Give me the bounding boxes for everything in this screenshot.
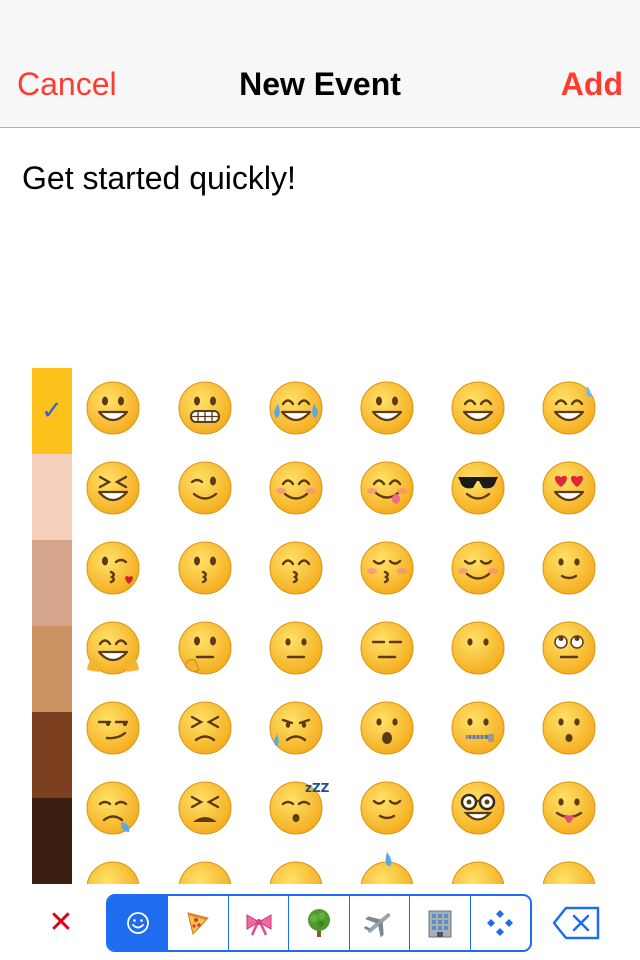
emoji-grimacing[interactable]: [165, 368, 245, 448]
emoji-tongue[interactable]: [529, 768, 609, 848]
emoji-sunglasses[interactable]: [438, 448, 518, 528]
skin-tone-default[interactable]: ✓: [32, 368, 72, 454]
emoji-open-mouth[interactable]: [347, 688, 427, 768]
emoji-yum[interactable]: [347, 448, 427, 528]
checkmark-icon: ✓: [41, 396, 63, 426]
backspace-icon: [552, 906, 600, 940]
emoji-disappointed-relieved[interactable]: [256, 688, 336, 768]
emoji-neutral[interactable]: [256, 608, 336, 688]
emoji-persevere[interactable]: [165, 688, 245, 768]
skin-tone-medium-light[interactable]: [32, 540, 72, 626]
category-travel[interactable]: [348, 896, 409, 950]
emoji-cut-off[interactable]: [438, 848, 518, 884]
emoji-cut-off[interactable]: [165, 848, 245, 884]
category-food[interactable]: [167, 896, 227, 950]
emoji-sleeping[interactable]: zZZ: [256, 768, 336, 848]
emoji-thinking[interactable]: [165, 608, 245, 688]
skin-tone-medium[interactable]: [32, 626, 72, 712]
emoji-expressionless[interactable]: [347, 608, 427, 688]
emoji-relaxed[interactable]: [438, 528, 518, 608]
emoji-joy[interactable]: [256, 368, 336, 448]
smiley-outline-icon: [126, 912, 149, 934]
emoji-hugging[interactable]: [74, 608, 153, 688]
emoji-cut-off[interactable]: [74, 848, 153, 884]
emoji-smirk[interactable]: [74, 688, 153, 768]
category-smileys[interactable]: [108, 896, 168, 950]
category-symbols[interactable]: [469, 896, 530, 950]
skin-tone-dark[interactable]: [32, 798, 72, 884]
emoji-grid: zZZ: [74, 368, 640, 884]
emoji-kissing-smiling-eyes[interactable]: [256, 528, 336, 608]
emoji-kissing[interactable]: [165, 528, 245, 608]
tree-icon: [307, 909, 330, 937]
airplane-icon: [364, 913, 391, 938]
emoji-kissing-heart[interactable]: [74, 528, 153, 608]
emoji-smile[interactable]: [438, 368, 518, 448]
add-button[interactable]: Add: [561, 64, 623, 104]
clear-emoji-button[interactable]: ✕: [40, 902, 82, 944]
emoji-smiley[interactable]: [347, 368, 427, 448]
category-places[interactable]: [409, 896, 469, 950]
emoji-zipper-mouth[interactable]: [438, 688, 518, 768]
category-segmented-control: [106, 894, 532, 952]
emoji-kissing-closed-eyes[interactable]: [347, 528, 427, 608]
emoji-cut-off-drop[interactable]: [347, 848, 427, 884]
emoji-slight-smile[interactable]: [529, 528, 609, 608]
emoji-laughing[interactable]: [74, 448, 153, 528]
emoji-tired[interactable]: [165, 768, 245, 848]
emoji-cut-off[interactable]: [529, 848, 609, 884]
emoji-blush[interactable]: [256, 448, 336, 528]
emoji-heart-eyes[interactable]: [529, 448, 609, 528]
skin-tone-medium-dark[interactable]: [32, 712, 72, 798]
emoji-sweat-smile[interactable]: [529, 368, 609, 448]
diamond-symbols-icon: [487, 910, 514, 936]
svg-text:zZZ: zZZ: [305, 781, 330, 795]
emoji-nerd[interactable]: [438, 768, 518, 848]
event-title-input[interactable]: [22, 156, 618, 200]
emoji-no-mouth[interactable]: [438, 608, 518, 688]
emoji-cut-off[interactable]: [256, 848, 336, 884]
category-objects[interactable]: [227, 896, 288, 950]
ribbon-icon: [246, 914, 272, 936]
emoji-relieved[interactable]: [347, 768, 427, 848]
emoji-rolling-eyes[interactable]: [529, 608, 609, 688]
navigation-bar: Cancel New Event Add: [0, 0, 640, 128]
backspace-button[interactable]: [552, 904, 602, 942]
emoji-hushed[interactable]: [529, 688, 609, 768]
skin-tone-selector: ✓: [32, 368, 72, 884]
pizza-icon: [187, 912, 210, 936]
category-nature[interactable]: [288, 896, 348, 950]
building-icon: [428, 910, 452, 938]
emoji-category-bar: ✕: [0, 884, 640, 960]
emoji-sleepy[interactable]: [74, 768, 153, 848]
emoji-wink[interactable]: [165, 448, 245, 528]
skin-tone-light[interactable]: [32, 454, 72, 540]
emoji-grinning[interactable]: [74, 368, 153, 448]
cancel-button[interactable]: Cancel: [17, 64, 117, 104]
